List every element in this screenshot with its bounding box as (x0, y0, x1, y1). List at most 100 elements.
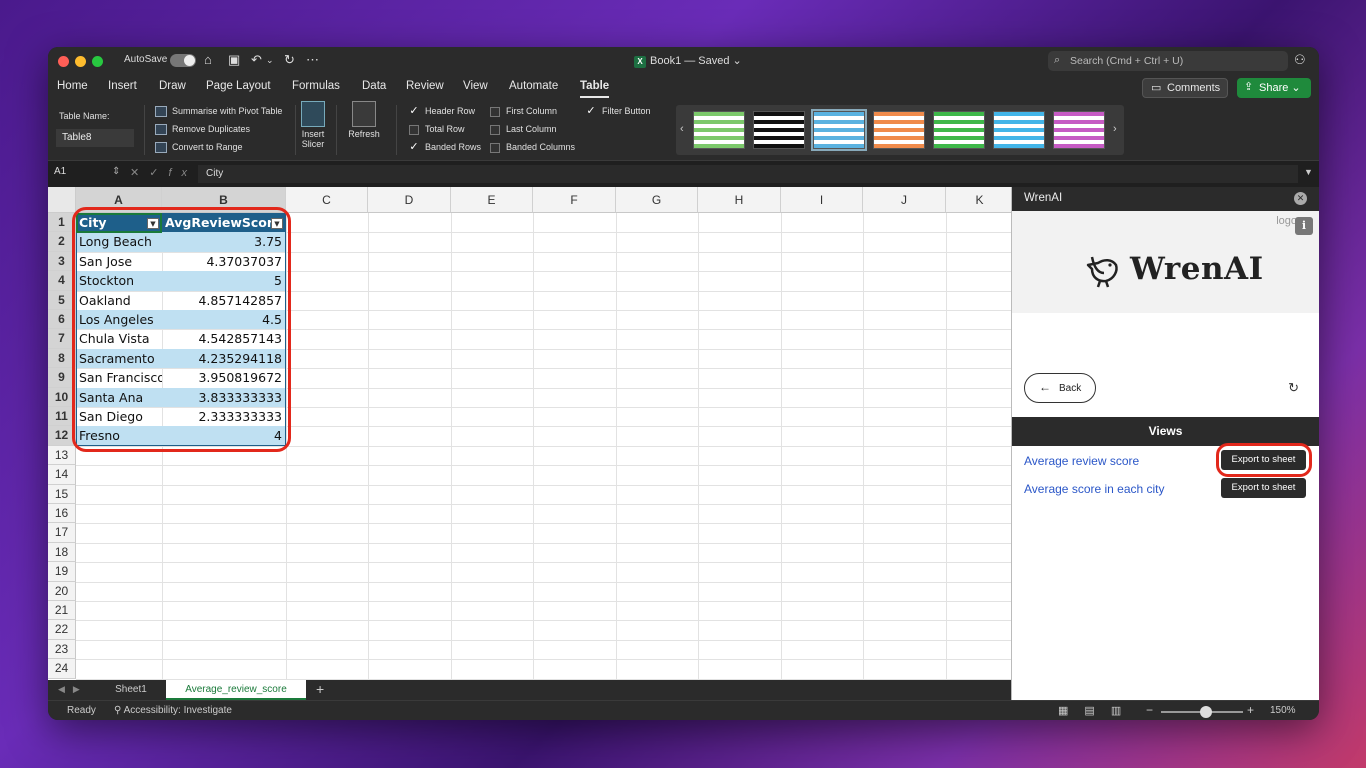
view-link-average-review-score[interactable]: Average review score (1024, 454, 1139, 468)
table-cell-score[interactable]: 4.235294118 (162, 348, 286, 369)
close-window-button[interactable] (58, 56, 69, 67)
accessibility-status[interactable]: ⚲ Accessibility: Investigate (114, 705, 232, 716)
row-header-17[interactable]: 17 (48, 523, 76, 543)
tab-formulas[interactable]: Formulas (292, 80, 340, 92)
row-header-8[interactable]: 8 (48, 348, 76, 369)
table-cell-score[interactable]: 3.75 (162, 232, 286, 252)
table-style-black[interactable] (753, 111, 805, 149)
view-link-average-score-each-city[interactable]: Average score in each city (1024, 482, 1165, 496)
minimize-window-button[interactable] (75, 56, 86, 67)
redo-icon[interactable]: ↻ (284, 52, 295, 68)
table-cell-score[interactable]: 4.542857143 (162, 329, 286, 348)
save-icon[interactable]: ▣ (228, 52, 240, 68)
insert-slicer-button[interactable]: Insert Slicer (298, 101, 328, 149)
row-header-11[interactable]: 11 (48, 407, 76, 427)
table-cell-score[interactable]: 3.950819672 (162, 368, 286, 387)
zoom-in-icon[interactable]: + (1247, 703, 1254, 717)
tab-draw[interactable]: Draw (159, 80, 186, 92)
search-input[interactable]: ⌕ Search (Cmd + Ctrl + U) (1048, 51, 1288, 71)
table-header-cell[interactable]: AvgReviewScore ▼ (162, 213, 286, 233)
table-cell-score[interactable]: 5 (162, 271, 286, 291)
table-cell-score[interactable]: 2.333333333 (162, 407, 286, 426)
table-style-green[interactable] (693, 111, 745, 149)
table-cell-score[interactable]: 4 (162, 426, 286, 446)
add-sheet-icon[interactable]: + (316, 681, 324, 697)
row-header-18[interactable]: 18 (48, 542, 76, 563)
table-cell-score[interactable]: 4.37037037 (162, 252, 286, 271)
table-style-blue-selected[interactable] (811, 109, 867, 151)
refresh-icon[interactable]: ↻ (1288, 380, 1299, 396)
row-header-7[interactable]: 7 (48, 329, 76, 349)
row-header-15[interactable]: 15 (48, 484, 76, 504)
table-style-cyan[interactable] (993, 111, 1045, 149)
table-style-orange[interactable] (873, 111, 925, 149)
table-header-cell[interactable]: City ▼ (76, 213, 162, 233)
row-header-21[interactable]: 21 (48, 601, 76, 621)
formula-input[interactable]: City (198, 165, 1298, 183)
undo-icon[interactable]: ↶ (251, 52, 262, 68)
table-cell-city[interactable]: Santa Ana (76, 387, 162, 407)
table-cell-city[interactable]: Stockton (76, 271, 162, 291)
row-header-14[interactable]: 14 (48, 465, 76, 485)
tab-automate[interactable]: Automate (509, 80, 558, 92)
column-header-g[interactable]: G (616, 187, 698, 213)
banded-rows-checkbox[interactable]: ✓ Banded Rows (409, 141, 481, 153)
row-header-5[interactable]: 5 (48, 290, 76, 310)
table-cell-city[interactable]: Sacramento (76, 348, 162, 369)
table-cell-city[interactable]: Fresno (76, 426, 162, 446)
zoom-out-icon[interactable]: − (1146, 703, 1153, 717)
table-cell-score[interactable]: 3.833333333 (162, 387, 286, 407)
column-header-c[interactable]: C (286, 187, 368, 213)
table-cell-city[interactable]: Chula Vista (76, 329, 162, 348)
last-column-checkbox[interactable]: Last Column (490, 124, 557, 135)
page-break-view-icon[interactable]: ▥ (1111, 705, 1137, 717)
document-title[interactable]: X Book1 — Saved ⌄ (634, 54, 742, 68)
normal-view-icon[interactable]: ▦ (1058, 705, 1084, 717)
tab-home[interactable]: Home (57, 80, 88, 92)
refresh-button[interactable]: Refresh (344, 101, 384, 139)
zoom-window-button[interactable] (92, 56, 103, 67)
row-header-22[interactable]: 22 (48, 620, 76, 640)
row-header-4[interactable]: 4 (48, 271, 76, 291)
column-header-f[interactable]: F (533, 187, 616, 213)
tab-data[interactable]: Data (362, 80, 386, 92)
table-cell-city[interactable]: Long Beach (76, 232, 162, 252)
tab-view[interactable]: View (463, 80, 488, 92)
info-icon[interactable]: i (1295, 217, 1313, 235)
row-header-12[interactable]: 12 (48, 426, 76, 446)
gallery-prev-icon[interactable]: ‹ (680, 123, 684, 135)
select-all-corner[interactable] (48, 187, 76, 213)
filter-button-checkbox[interactable]: ✓ Filter Button (586, 105, 650, 117)
name-box[interactable]: A1 ⇕ (54, 166, 122, 182)
column-header-h[interactable]: H (698, 187, 781, 213)
header-row-checkbox[interactable]: ✓ Header Row (409, 105, 475, 117)
comments-button[interactable]: ▭ Comments (1142, 78, 1228, 98)
table-cell-city[interactable]: San Diego (76, 407, 162, 426)
row-header-1[interactable]: 1 (48, 213, 76, 233)
column-header-j[interactable]: J (863, 187, 946, 213)
row-header-10[interactable]: 10 (48, 387, 76, 407)
row-header-9[interactable]: 9 (48, 368, 76, 388)
table-style-green-2[interactable] (933, 111, 985, 149)
table-cell-score[interactable]: 4.857142857 (162, 291, 286, 310)
sheet-tab-average-review-score[interactable]: Average_review_score (166, 680, 306, 700)
home-icon[interactable]: ⌂ (204, 52, 212, 67)
total-row-checkbox[interactable]: Total Row (409, 124, 465, 135)
autosave-toggle[interactable] (170, 54, 196, 67)
table-style-purple[interactable] (1053, 111, 1105, 149)
table-cell-city[interactable]: San Jose (76, 252, 162, 271)
close-pane-icon[interactable]: ✕ (1294, 192, 1307, 205)
row-header-13[interactable]: 13 (48, 445, 76, 466)
share-button[interactable]: ⇪ Share ⌄ (1237, 78, 1311, 98)
tab-insert[interactable]: Insert (108, 80, 137, 92)
column-header-k[interactable]: K (946, 187, 1011, 213)
cancel-icon[interactable]: ✕ (130, 167, 149, 179)
row-header-2[interactable]: 2 (48, 232, 76, 252)
column-header-b[interactable]: B (162, 187, 286, 213)
confirm-icon[interactable]: ✓ (149, 167, 168, 179)
export-to-sheet-button[interactable]: Export to sheet (1221, 478, 1306, 498)
table-cell-score[interactable]: 4.5 (162, 310, 286, 330)
table-name-input[interactable]: Table8 (56, 129, 134, 147)
summarise-pivot-button[interactable]: Summarise with Pivot Table (155, 106, 282, 118)
banded-columns-checkbox[interactable]: Banded Columns (490, 142, 575, 153)
